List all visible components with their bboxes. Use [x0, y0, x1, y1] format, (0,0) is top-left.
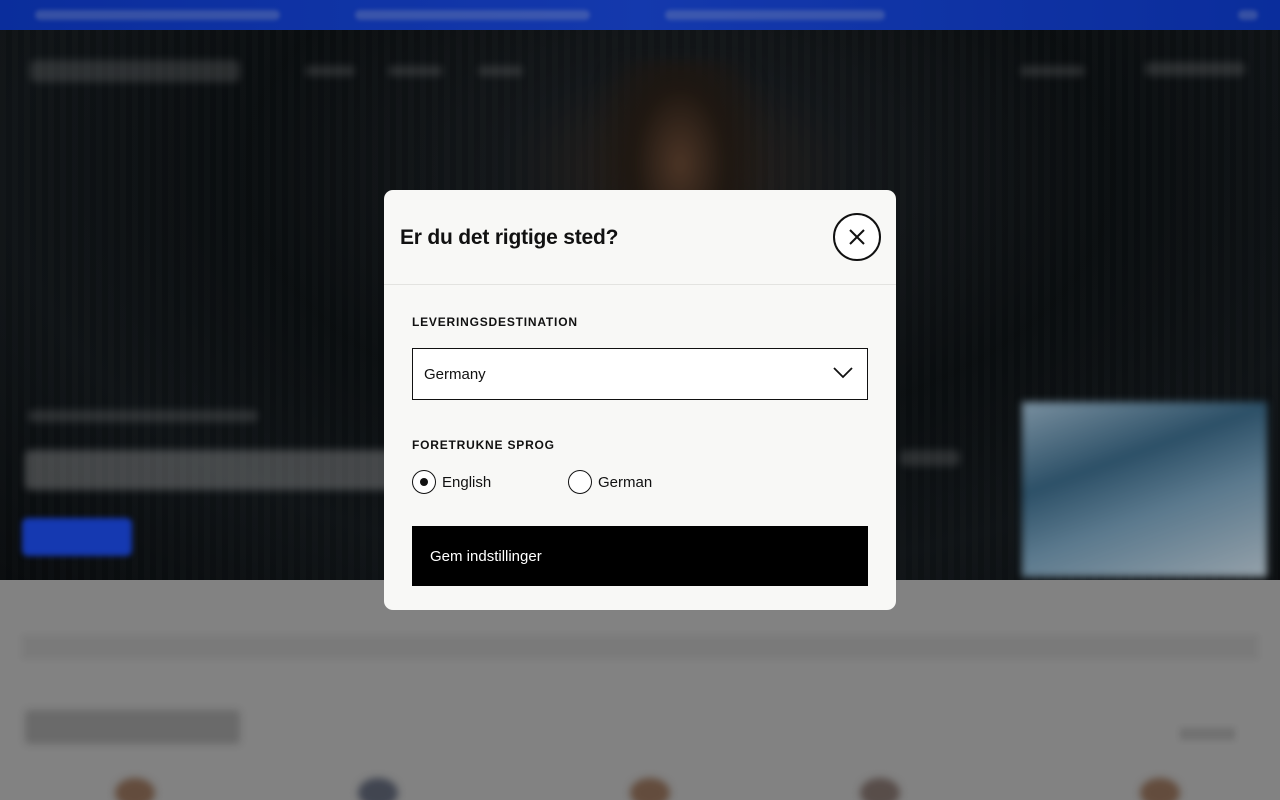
- radio-label-german: German: [598, 473, 653, 491]
- language-label: FORETRUKNE SPROG: [412, 438, 555, 452]
- dialog-title: Er du det rigtige sted?: [400, 226, 619, 249]
- radio-label-english: English: [442, 473, 492, 491]
- location-dialog: Er du det rigtige sted? LEVERINGSDESTINA…: [384, 190, 896, 610]
- dialog-header: Er du det rigtige sted?: [384, 190, 896, 285]
- radio-dot: [420, 478, 428, 486]
- language-options: English German: [412, 470, 868, 496]
- delivery-country-select[interactable]: Germany: [412, 348, 868, 400]
- radio-button-checked[interactable]: [412, 470, 436, 494]
- selected-country: Germany: [424, 365, 486, 383]
- radio-button-unchecked[interactable]: [568, 470, 592, 494]
- radio-german[interactable]: German: [568, 470, 652, 494]
- radio-english[interactable]: English: [412, 470, 491, 494]
- close-button[interactable]: [833, 213, 881, 261]
- delivery-label: LEVERINGSDESTINATION: [412, 315, 578, 329]
- save-settings-button[interactable]: Gem indstillinger: [412, 526, 868, 586]
- chevron-down-icon: [833, 367, 853, 379]
- close-icon: [849, 229, 865, 245]
